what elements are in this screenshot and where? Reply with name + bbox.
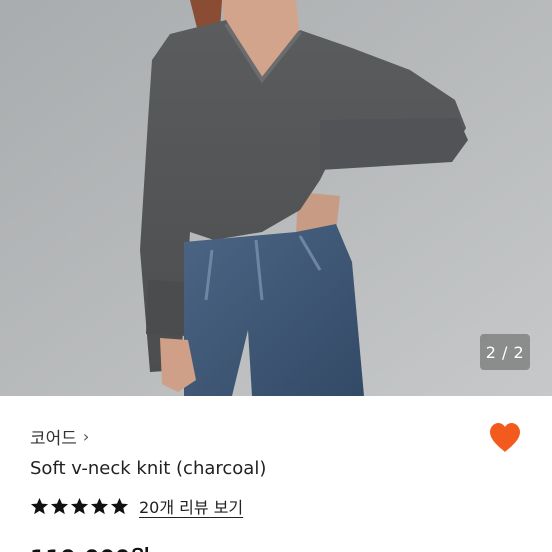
- rating-stars: [30, 497, 129, 516]
- star-icon: [110, 497, 129, 514]
- product-title: Soft v-neck knit (charcoal): [30, 458, 267, 479]
- chevron-right-icon: ›: [82, 427, 90, 446]
- star-icon: [50, 497, 69, 514]
- product-photo: [0, 0, 552, 396]
- reviews-link[interactable]: 20개 리뷰 보기: [139, 494, 243, 518]
- brand-link[interactable]: 코어드 ›: [30, 424, 89, 449]
- star-icon: [90, 497, 109, 514]
- wishlist-button[interactable]: [488, 422, 522, 454]
- product-price: 119,000원: [30, 541, 150, 552]
- image-counter: 2 / 2: [480, 334, 530, 370]
- rating-row: 20개 리뷰 보기: [30, 494, 243, 518]
- product-image[interactable]: 2 / 2: [0, 0, 552, 396]
- star-icon: [70, 497, 89, 514]
- star-icon: [30, 497, 49, 514]
- product-info: 코어드 › Soft v-neck knit (charcoal) 20개 리뷰…: [0, 396, 552, 552]
- heart-icon: [490, 423, 520, 452]
- brand-name: 코어드: [30, 429, 77, 449]
